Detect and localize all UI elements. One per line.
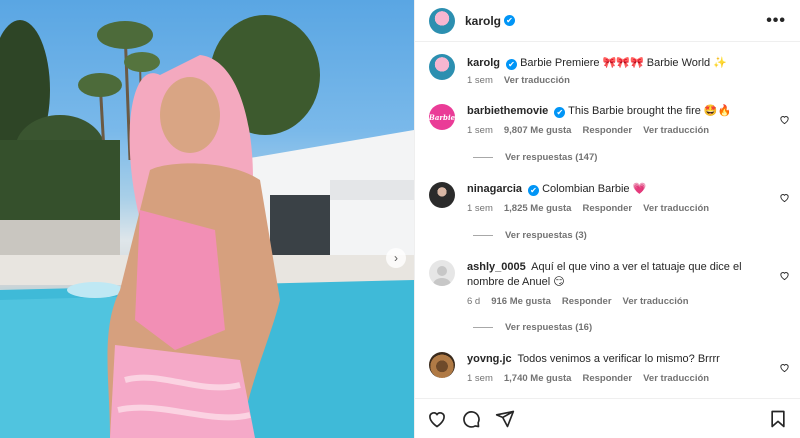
view-replies-label: Ver respuestas (3) — [505, 230, 587, 241]
caption-username[interactable]: karolg — [467, 57, 500, 69]
comment-avatar[interactable] — [429, 352, 455, 378]
verified-icon: ✔ — [506, 59, 518, 70]
view-replies-label: Ver respuestas (147) — [505, 152, 598, 163]
comment-likes[interactable]: 1,825 Me gusta — [504, 203, 572, 214]
comment-avatar[interactable] — [429, 182, 455, 208]
comment-text: Colombian Barbie 💗 — [542, 183, 647, 195]
like-heart-icon[interactable] — [427, 409, 447, 429]
comment-likes[interactable]: 1,740 Me gusta — [504, 373, 572, 384]
caption-text: Barbie Premiere 🎀🎀🎀 Barbie World ✨ — [520, 57, 727, 69]
comment-likes[interactable]: 916 Me gusta — [491, 296, 551, 307]
comment-avatar[interactable] — [429, 260, 455, 286]
verified-icon: ✔ — [554, 107, 566, 118]
like-heart-icon[interactable] — [779, 270, 790, 281]
reply-button[interactable]: Responder — [562, 296, 612, 307]
reply-button[interactable]: Responder — [582, 373, 632, 384]
photo-illustration — [0, 15, 414, 438]
comment-username[interactable]: ashly_0005 — [467, 261, 526, 273]
comment-time[interactable]: 1 sem — [467, 203, 493, 214]
comment-username[interactable]: yovng.jc — [467, 353, 512, 365]
bookmark-save-icon[interactable] — [768, 409, 788, 429]
translate-link[interactable]: Ver traducción — [643, 203, 709, 214]
caption-time[interactable]: 1 sem — [467, 75, 493, 86]
chevron-right-icon: › — [394, 251, 398, 265]
like-heart-icon[interactable] — [779, 362, 790, 373]
view-replies-button[interactable]: Ver respuestas (16) — [473, 322, 592, 333]
author-username[interactable]: karolg — [465, 14, 501, 28]
author-avatar[interactable] — [429, 7, 455, 34]
post-header: karolg ✔ ••• — [415, 0, 800, 42]
comments-list[interactable]: karolg ✔ Barbie Premiere 🎀🎀🎀 Barbie World… — [415, 42, 800, 398]
comment-time[interactable]: 1 sem — [467, 125, 493, 136]
verified-icon: ✔ — [504, 15, 516, 26]
reply-button[interactable]: Responder — [582, 125, 632, 136]
like-heart-icon[interactable] — [779, 114, 790, 125]
comment-username[interactable]: barbiethemovie — [467, 105, 548, 117]
caption-translate-link[interactable]: Ver traducción — [504, 75, 570, 86]
comment-avatar[interactable]: Barbie — [429, 104, 455, 130]
post-actions-bar — [415, 398, 800, 438]
reply-button[interactable]: Responder — [582, 203, 632, 214]
translate-link[interactable]: Ver traducción — [643, 373, 709, 384]
post-photo: › — [0, 0, 414, 438]
carousel-next-button[interactable]: › — [386, 248, 406, 268]
comment-username[interactable]: ninagarcia — [467, 183, 522, 195]
comment-time[interactable]: 6 d — [467, 296, 480, 307]
view-replies-label: Ver respuestas (16) — [505, 322, 593, 333]
comment-time[interactable]: 1 sem — [467, 373, 493, 384]
barbie-logo-text: Barbie — [429, 112, 455, 122]
comment-text: Todos venimos a verificar lo mismo? Brrr… — [517, 353, 720, 365]
like-heart-icon[interactable] — [779, 192, 790, 203]
verified-icon: ✔ — [528, 185, 540, 196]
translate-link[interactable]: Ver traducción — [623, 296, 689, 307]
share-send-icon[interactable] — [495, 409, 515, 429]
view-replies-button[interactable]: Ver respuestas (3) — [473, 230, 587, 241]
comment-likes[interactable]: 9,807 Me gusta — [504, 125, 572, 136]
comment-text: This Barbie brought the fire 🤩🔥 — [568, 105, 732, 117]
view-replies-button[interactable]: Ver respuestas (147) — [473, 152, 597, 163]
comment-bubble-icon[interactable] — [461, 409, 481, 429]
post-panel: karolg ✔ ••• karolg ✔ Barbie Premiere 🎀🎀🎀… — [414, 0, 800, 438]
more-options-icon[interactable]: ••• — [766, 12, 786, 29]
caption-avatar[interactable] — [429, 54, 455, 80]
translate-link[interactable]: Ver traducción — [643, 125, 709, 136]
